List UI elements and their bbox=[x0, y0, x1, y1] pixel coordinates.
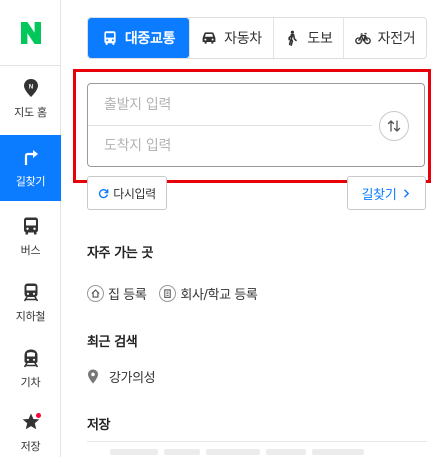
chevron-right-icon bbox=[404, 188, 410, 198]
sidebar-item-train[interactable]: 기차 bbox=[0, 336, 61, 402]
svg-text:N: N bbox=[28, 85, 32, 91]
sidebar-item-directions[interactable]: 길찾기 bbox=[0, 135, 61, 201]
sidebar-item-subway[interactable]: 지하철 bbox=[0, 270, 61, 336]
building-icon-wrapper bbox=[159, 284, 177, 302]
train-icon bbox=[23, 349, 38, 368]
naver-logo-icon bbox=[20, 21, 41, 44]
tab-car[interactable]: 자동차 bbox=[189, 18, 273, 58]
car-icon bbox=[202, 32, 216, 44]
bus-icon bbox=[23, 217, 38, 235]
tab-label: 대중교통 bbox=[124, 31, 176, 47]
reset-input-button[interactable]: 다시입력 bbox=[87, 176, 167, 210]
walk-icon bbox=[288, 30, 298, 46]
saved-title: 저장 bbox=[87, 418, 111, 433]
faded-placeholder bbox=[164, 449, 200, 455]
recent-search-title: 최근 검색 bbox=[87, 335, 138, 350]
bus-icon bbox=[104, 31, 116, 45]
home-icon bbox=[91, 288, 100, 298]
sidebar-item-bus[interactable]: 버스 bbox=[0, 204, 61, 270]
transport-mode-tabs: 대중교통 자동차 도보 자전거 bbox=[87, 17, 427, 59]
saved-divider bbox=[87, 441, 427, 442]
reset-button-label: 다시입력 bbox=[113, 186, 156, 201]
home-icon-wrapper bbox=[87, 284, 104, 302]
sidebar: N 지도 홈 길찾기 버스 지하철 기차 저장 bbox=[0, 0, 61, 457]
find-route-label: 길찾기 bbox=[361, 187, 397, 203]
faded-placeholder bbox=[266, 449, 306, 455]
notification-dot bbox=[36, 413, 41, 418]
directions-arrow-icon bbox=[24, 150, 38, 165]
refresh-icon bbox=[99, 188, 109, 198]
recent-search-label: 강가의성 bbox=[109, 370, 156, 386]
saved-list-preview bbox=[110, 449, 370, 457]
register-work-label: 회사/학교 등록 bbox=[180, 287, 258, 303]
register-home-link[interactable]: 집 등록 bbox=[87, 284, 147, 303]
highlight-box bbox=[73, 69, 431, 183]
tab-label: 자전거 bbox=[377, 31, 416, 47]
faded-placeholder bbox=[312, 449, 364, 455]
find-route-button[interactable]: 길찾기 bbox=[347, 176, 426, 210]
map-home-pin-icon: N bbox=[23, 79, 38, 97]
register-work-school-link[interactable]: 회사/학교 등록 bbox=[159, 284, 258, 303]
tab-label: 자동차 bbox=[224, 31, 262, 47]
tab-walk[interactable]: 도보 bbox=[273, 18, 343, 58]
favorites-title: 자주 가는 곳 bbox=[87, 246, 154, 261]
register-home-label: 집 등록 bbox=[108, 287, 147, 303]
subway-icon bbox=[23, 283, 38, 302]
sidebar-item-label: 저장 bbox=[20, 440, 41, 453]
sidebar-item-map-home[interactable]: N 지도 홈 bbox=[0, 66, 61, 132]
sidebar-item-saved[interactable]: 저장 bbox=[0, 400, 61, 457]
location-pin-icon bbox=[88, 369, 98, 383]
sidebar-item-label: 지하철 bbox=[15, 310, 46, 323]
sidebar-item-label: 길찾기 bbox=[15, 175, 46, 188]
tab-label: 도보 bbox=[307, 31, 333, 47]
naver-logo[interactable] bbox=[0, 0, 61, 66]
tab-bicycle[interactable]: 자전거 bbox=[343, 18, 426, 58]
favorites-list: 집 등록 회사/학교 등록 bbox=[87, 283, 271, 303]
faded-placeholder bbox=[110, 449, 158, 455]
faded-placeholder bbox=[206, 449, 260, 455]
bicycle-icon bbox=[354, 32, 371, 45]
sidebar-item-label: 지도 홈 bbox=[14, 106, 47, 119]
tab-public-transit[interactable]: 대중교통 bbox=[88, 18, 189, 58]
building-icon bbox=[164, 288, 172, 298]
sidebar-item-label: 기차 bbox=[20, 376, 41, 389]
sidebar-item-label: 버스 bbox=[20, 244, 41, 257]
recent-search-item[interactable]: 강가의성 bbox=[87, 366, 156, 386]
